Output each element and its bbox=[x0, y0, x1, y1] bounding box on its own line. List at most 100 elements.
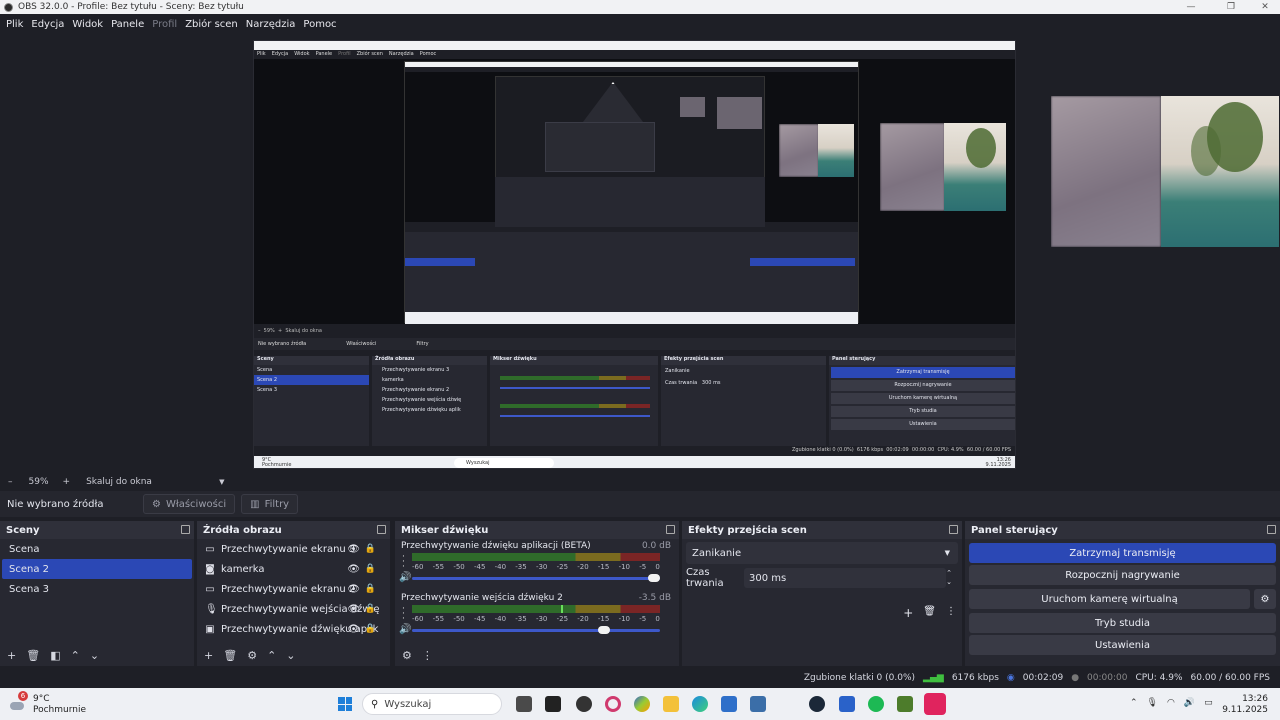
channel-menu-icon[interactable]: · · · bbox=[402, 605, 405, 624]
minecraft-icon[interactable] bbox=[897, 696, 913, 712]
menu-panele[interactable]: Panele bbox=[107, 19, 148, 30]
move-up-button[interactable]: ⌃ bbox=[71, 649, 80, 662]
volume-icon[interactable]: 🔊 bbox=[1184, 698, 1195, 708]
source-item[interactable]: 🎙 Przechwytywanie wejścia dźwię 👁 🔒 bbox=[197, 599, 390, 619]
start-recording-button[interactable]: Rozpocznij nagrywanie bbox=[969, 565, 1276, 585]
duration-input[interactable]: 300 ms bbox=[744, 568, 946, 588]
settings-button[interactable]: Ustawienia bbox=[969, 635, 1276, 655]
wifi-icon[interactable]: ◠ bbox=[1167, 698, 1175, 708]
source-item[interactable]: ▭ Przechwytywanie ekranu 2 👁 🔒 bbox=[197, 579, 390, 599]
menu-pomoc[interactable]: Pomoc bbox=[299, 19, 340, 30]
record-icon: ● bbox=[1071, 673, 1080, 683]
scale-select[interactable]: Skaluj do okna bbox=[86, 477, 211, 487]
virtual-camera-button[interactable]: Uruchom kamerę wirtualną bbox=[969, 589, 1250, 609]
stop-stream-button[interactable]: Zatrzymaj transmisję bbox=[969, 543, 1276, 563]
volume-slider[interactable] bbox=[412, 626, 660, 634]
undock-icon[interactable] bbox=[181, 525, 190, 534]
lock-icon[interactable]: 🔒 bbox=[365, 584, 376, 594]
scene-item[interactable]: Scena 3 bbox=[2, 579, 192, 599]
duration-spinner[interactable]: ⌃ ⌄ bbox=[946, 569, 952, 587]
speaker-icon[interactable]: 🔊 bbox=[399, 624, 411, 635]
filters-button[interactable]: ▥ Filtry bbox=[241, 494, 299, 514]
speaker-icon[interactable]: 🔊 bbox=[399, 572, 411, 583]
studio-mode-button[interactable]: Tryb studia bbox=[969, 613, 1276, 633]
taskbar-clock[interactable]: 13:26 9.11.2025 bbox=[1222, 694, 1268, 716]
move-down-button[interactable]: ⌄ bbox=[286, 649, 295, 662]
steam-icon[interactable] bbox=[809, 696, 825, 712]
defender-icon[interactable] bbox=[839, 696, 855, 712]
mixer-menu-icon[interactable]: ⋮ bbox=[422, 649, 433, 662]
zoom-out-button[interactable]: – bbox=[8, 477, 13, 487]
virtual-camera-settings-gear-icon[interactable]: ⚙ bbox=[1254, 589, 1276, 609]
transition-select[interactable]: Zanikanie ▼ bbox=[686, 542, 958, 564]
volume-slider[interactable] bbox=[412, 574, 660, 582]
tiktok-icon[interactable] bbox=[924, 693, 946, 715]
window-title: OBS 32.0.0 - Profile: Bez tytułu - Sceny… bbox=[18, 2, 244, 12]
lock-icon[interactable]: 🔒 bbox=[365, 624, 376, 634]
menu-edycja[interactable]: Edycja bbox=[27, 19, 68, 30]
preview-canvas[interactable]: Plik Edycja Widok Panele Profil Zbiór scen Nar… bbox=[253, 40, 1016, 469]
spotify-icon[interactable] bbox=[868, 696, 884, 712]
undock-icon[interactable] bbox=[949, 525, 958, 534]
channel-menu-icon[interactable]: · · · bbox=[402, 553, 405, 572]
source-properties-button[interactable]: ⚙ bbox=[247, 649, 257, 662]
menu-plik[interactable]: Plik bbox=[2, 19, 27, 30]
eye-icon[interactable]: 👁 bbox=[347, 604, 360, 615]
eye-icon[interactable]: 👁 bbox=[347, 584, 360, 595]
lock-icon[interactable]: 🔒 bbox=[365, 604, 376, 614]
epic-games-icon[interactable] bbox=[545, 696, 561, 712]
volume-slider-knob[interactable] bbox=[598, 626, 611, 634]
edge-icon[interactable] bbox=[692, 696, 708, 712]
task-view-icon[interactable] bbox=[516, 696, 532, 712]
undock-icon[interactable] bbox=[666, 525, 675, 534]
store-icon[interactable] bbox=[721, 696, 737, 712]
source-item[interactable]: ▭ Przechwytywanie ekranu 3 👁 🔒 bbox=[197, 539, 390, 559]
source-item[interactable]: ◙ kamerka 👁 🔒 bbox=[197, 559, 390, 579]
maximize-button[interactable]: ❐ bbox=[1218, 0, 1244, 14]
zoom-in-button[interactable]: + bbox=[63, 477, 71, 487]
eye-icon[interactable]: 👁 bbox=[347, 624, 360, 635]
add-transition-button[interactable]: + bbox=[903, 606, 913, 620]
source-item[interactable]: ▣ Przechwytywanie dźwięku aplik 👁 🔒 bbox=[197, 619, 390, 639]
windows-start-icon[interactable] bbox=[338, 697, 352, 711]
scale-chevron-icon[interactable]: ▼ bbox=[219, 478, 224, 486]
opera-icon[interactable] bbox=[605, 696, 621, 712]
chevron-up-icon[interactable]: ⌃ bbox=[1130, 698, 1138, 708]
eye-icon[interactable]: 👁 bbox=[347, 544, 360, 555]
battery-icon[interactable]: ▭ bbox=[1204, 698, 1213, 708]
move-down-button[interactable]: ⌄ bbox=[90, 649, 99, 662]
lock-icon[interactable]: 🔒 bbox=[365, 564, 376, 574]
lock-icon[interactable]: 🔒 bbox=[365, 544, 376, 554]
copilot-icon[interactable] bbox=[634, 696, 650, 712]
menu-widok[interactable]: Widok bbox=[68, 19, 107, 30]
preview-area[interactable]: Plik Edycja Widok Panele Profil Zbiór scen Nar… bbox=[0, 34, 1280, 474]
remove-transition-button[interactable]: 🗑 bbox=[923, 606, 936, 620]
remove-scene-button[interactable]: 🗑 bbox=[26, 649, 40, 662]
remove-source-button[interactable]: 🗑 bbox=[223, 649, 237, 662]
weather-text[interactable]: 9°C Pochmurnie bbox=[33, 694, 86, 716]
undock-icon[interactable] bbox=[377, 525, 386, 534]
close-button[interactable]: ✕ bbox=[1252, 0, 1278, 14]
menu-narzedzia[interactable]: Narzędzia bbox=[242, 19, 300, 30]
scene-item-active[interactable]: Scena 2 bbox=[2, 559, 192, 579]
volume-slider-knob[interactable] bbox=[648, 574, 660, 582]
minimize-button[interactable]: — bbox=[1178, 0, 1204, 14]
menu-profil[interactable]: Profil bbox=[148, 19, 181, 30]
transition-menu-icon[interactable]: ⋮ bbox=[946, 606, 956, 620]
move-up-button[interactable]: ⌃ bbox=[267, 649, 276, 662]
snipping-icon[interactable] bbox=[750, 696, 766, 712]
weather-widget[interactable]: 6 bbox=[10, 691, 34, 716]
taskbar-search[interactable]: ⚲ Wyszukaj bbox=[362, 693, 502, 715]
file-explorer-icon[interactable] bbox=[663, 696, 679, 712]
scene-filters-button[interactable]: ◧ bbox=[50, 649, 60, 662]
obs-taskbar-icon[interactable] bbox=[576, 696, 592, 712]
undock-icon[interactable] bbox=[1267, 525, 1276, 534]
eye-icon[interactable]: 👁 bbox=[347, 564, 360, 575]
properties-button[interactable]: ⚙ Właściwości bbox=[143, 494, 236, 514]
microphone-icon[interactable]: 🎙 bbox=[1147, 698, 1158, 708]
add-source-button[interactable]: + bbox=[204, 649, 213, 662]
advanced-audio-icon[interactable]: ⚙ bbox=[402, 649, 412, 662]
menu-zbior-scen[interactable]: Zbiór scen bbox=[181, 19, 242, 30]
scene-item[interactable]: Scena bbox=[2, 539, 192, 559]
add-scene-button[interactable]: + bbox=[7, 649, 16, 662]
